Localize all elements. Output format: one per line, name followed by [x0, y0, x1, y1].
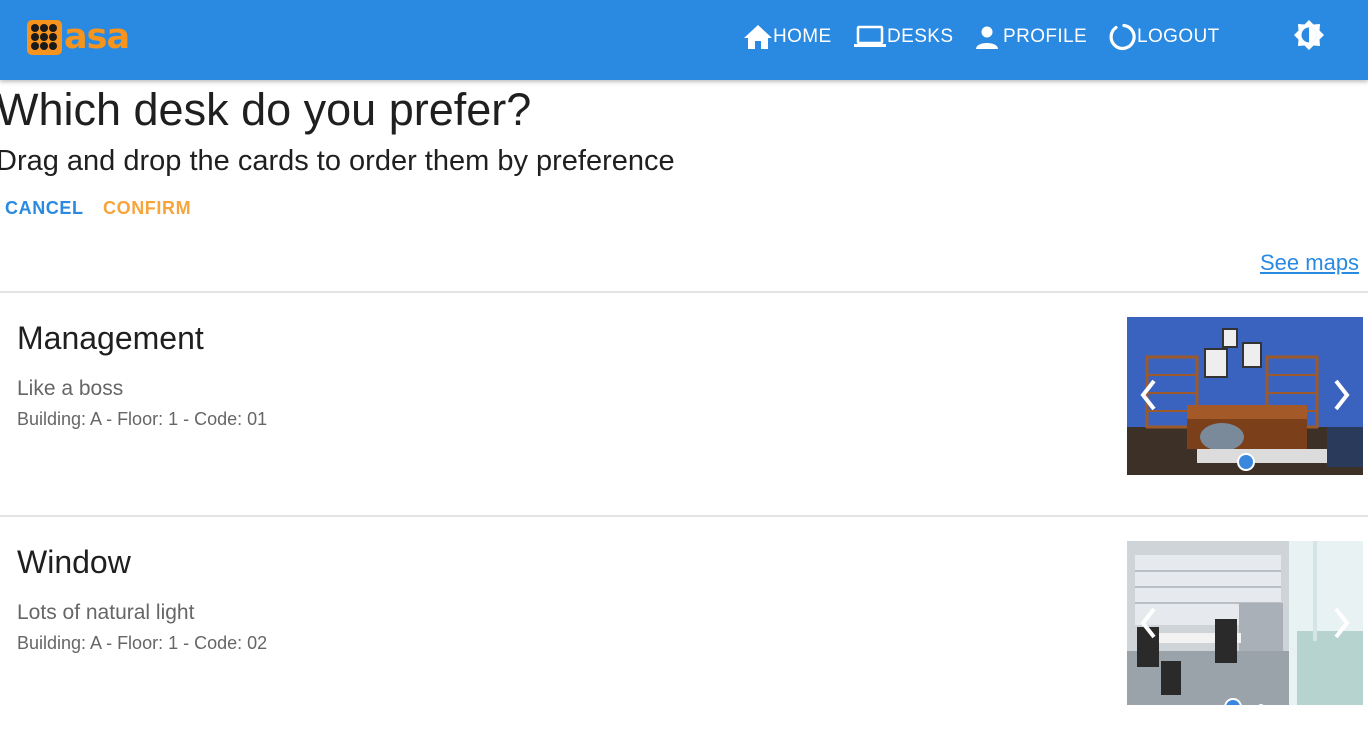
page-title: Which desk do you prefer? — [0, 84, 532, 135]
power-icon — [1107, 22, 1137, 52]
desk-description: Lots of natural light — [17, 601, 195, 624]
see-maps-link[interactable]: See maps — [1260, 250, 1359, 276]
carousel-next-button[interactable] — [1327, 603, 1357, 643]
nav-logout-label: LOGOUT — [1137, 26, 1220, 47]
desk-card-window[interactable]: Window Lots of natural light Building: A… — [0, 517, 1368, 739]
logo-grid-icon — [27, 19, 62, 55]
nav-desks[interactable]: DESKS — [853, 22, 953, 52]
nav-profile-label: PROFILE — [1003, 26, 1088, 47]
carousel-prev-button[interactable] — [1133, 375, 1163, 415]
carousel-indicator[interactable] — [1257, 704, 1265, 705]
theme-toggle-button[interactable] — [1292, 19, 1326, 56]
desk-image-carousel[interactable] — [1127, 317, 1363, 475]
confirm-button[interactable]: CONFIRM — [103, 198, 191, 219]
cancel-button[interactable]: CANCEL — [5, 198, 84, 219]
logo-text: asa — [64, 17, 130, 57]
nav-desks-label: DESKS — [887, 26, 954, 47]
nav-profile[interactable]: PROFILE — [975, 22, 1087, 52]
carousel-next-button[interactable] — [1327, 375, 1357, 415]
carousel-prev-button[interactable] — [1133, 603, 1163, 643]
nav-home-label: HOME — [773, 26, 832, 47]
desk-details: Building: A - Floor: 1 - Code: 02 — [17, 633, 268, 653]
nav-home[interactable]: HOME — [743, 22, 832, 52]
desk-description: Like a boss — [17, 377, 124, 400]
chevron-left-icon — [1140, 379, 1156, 411]
desk-name: Management — [17, 320, 204, 356]
person-icon — [975, 25, 999, 49]
desk-details: Building: A - Floor: 1 - Code: 01 — [17, 409, 268, 429]
nav-logout[interactable]: LOGOUT — [1107, 22, 1220, 52]
desk-card-management[interactable]: Management Like a boss Building: A - Flo… — [0, 293, 1368, 515]
app-logo[interactable]: asa — [27, 17, 130, 57]
chevron-right-icon — [1334, 607, 1350, 639]
laptop-icon — [853, 25, 887, 49]
brightness-icon — [1293, 19, 1325, 56]
carousel-indicator-active[interactable] — [1237, 453, 1255, 471]
desk-name: Window — [17, 544, 131, 580]
top-navbar: asa HOME DESKS PROFILE LOGOUT — [0, 0, 1368, 80]
chevron-right-icon — [1334, 379, 1350, 411]
chevron-left-icon — [1140, 607, 1156, 639]
page-subtitle: Drag and drop the cards to order them by… — [0, 145, 675, 177]
home-icon — [743, 24, 773, 50]
desk-image-carousel[interactable] — [1127, 541, 1363, 705]
